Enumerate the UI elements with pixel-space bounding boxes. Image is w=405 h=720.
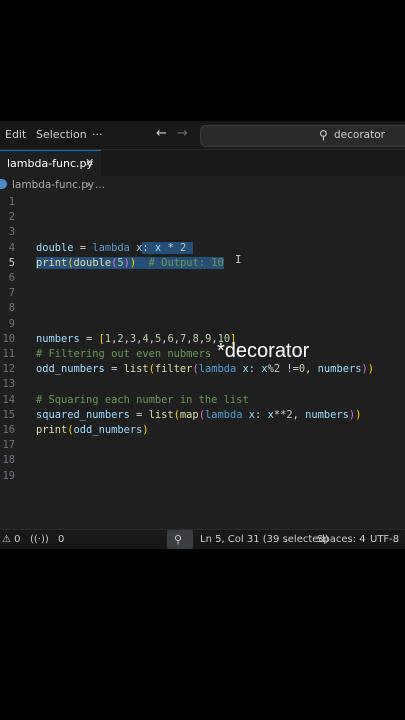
code-line: 7 — [0, 286, 405, 301]
ports-count[interactable]: 0 — [58, 534, 64, 545]
code-line: 1 — [0, 195, 405, 210]
code-line-active: 5 print(double(5)) # Output: 10 — [0, 256, 405, 271]
code-text: odd_numbers = list(filter(lambda x: x%2 … — [36, 363, 374, 376]
code-text: print(odd_numbers) — [36, 424, 149, 436]
line-number: 2 — [8, 211, 15, 224]
code-line: 10 numbers = [1,2,3,4,5,6,7,8,9,10] — [0, 332, 405, 347]
vscode-window: Edit Selection ··· ← → ⚲ decorator lambd… — [0, 121, 405, 549]
zoom-icon: ⚲ — [174, 533, 183, 546]
line-number: 17 — [2, 439, 15, 452]
line-number: 19 — [2, 469, 15, 482]
menu-more[interactable]: ··· — [92, 128, 103, 141]
line-number: 6 — [8, 272, 15, 284]
chevron-right-icon: › — [86, 179, 91, 191]
menu-edit[interactable]: Edit — [5, 128, 26, 141]
indentation[interactable]: Spaces: 4 — [317, 534, 366, 545]
breadcrumb: lambda-func.py › ... — [0, 177, 405, 195]
code-line: 11 # Filtering out even nubmers — [0, 347, 405, 362]
close-icon[interactable]: ✕ — [85, 156, 94, 169]
forward-arrow-icon[interactable]: → — [177, 126, 188, 141]
status-bar: ⚠ 0 ((·)) 0 ⚲ Ln 5, Col 31 (39 selected)… — [0, 529, 405, 549]
problems-count[interactable]: ⚠ 0 — [2, 534, 21, 545]
code-text: double = lambda x: x * 2 — [36, 241, 193, 256]
tab-label: lambda-func.py — [7, 157, 94, 170]
code-text: print(double(5)) # Output: 10 — [36, 256, 224, 269]
command-center-search[interactable]: ⚲ decorator — [200, 125, 405, 147]
code-line: 3 — [0, 225, 405, 240]
line-number: 9 — [8, 317, 15, 330]
breadcrumb-file[interactable]: lambda-func.py — [12, 179, 94, 191]
code-line: 4 double = lambda x: x * 2 — [0, 241, 405, 256]
line-number: 11 — [2, 348, 15, 360]
line-number: 3 — [8, 226, 15, 239]
code-line: 15 squared_numbers = list(map(lambda x: x… — [0, 408, 405, 423]
line-number: 5 — [8, 256, 15, 269]
search-icon: ⚲ — [319, 128, 328, 142]
ports-icon: ((·)) — [30, 534, 49, 545]
code-editor[interactable]: 1 2 3 4 double = lambda x: x * 2 5 print(d… — [0, 195, 405, 528]
code-line: 13 — [0, 377, 405, 392]
line-number: 10 — [2, 332, 15, 345]
line-number: 7 — [8, 287, 15, 300]
line-number: 15 — [2, 408, 15, 421]
code-text: squared_numbers = list(map(lambda x: x**… — [36, 408, 362, 421]
tab-lambda-func[interactable]: lambda-func.py ✕ — [0, 150, 101, 176]
code-line: 6 — [0, 271, 405, 286]
tab-bar: lambda-func.py ✕ — [0, 150, 405, 176]
back-arrow-icon[interactable]: ← — [156, 126, 167, 141]
line-number: 16 — [2, 424, 15, 436]
code-line: 9 — [0, 317, 405, 332]
breadcrumb-more[interactable]: ... — [95, 179, 105, 191]
line-number: 18 — [2, 454, 15, 467]
code-line: 14 # Squaring each number in the list — [0, 393, 405, 408]
code-line: 16 print(odd_numbers) — [0, 423, 405, 438]
code-line: 17 — [0, 438, 405, 453]
line-number: 14 — [2, 393, 15, 406]
encoding[interactable]: UTF-8 — [370, 534, 399, 545]
line-number: 4 — [8, 241, 15, 254]
line-number: 13 — [2, 378, 15, 391]
line-number: 1 — [8, 196, 15, 208]
code-line: 2 — [0, 210, 405, 225]
code-text: # Squaring each number in the list — [36, 393, 249, 406]
search-text: decorator — [334, 129, 385, 141]
title-bar: Edit Selection ··· ← → ⚲ decorator — [0, 121, 405, 150]
code-text: # Filtering out even nubmers — [36, 348, 212, 360]
zoom-button[interactable]: ⚲ — [167, 530, 193, 549]
code-line: 18 — [0, 453, 405, 468]
code-line: 19 — [0, 469, 405, 484]
cursor-position[interactable]: Ln 5, Col 31 (39 selected) — [200, 534, 329, 545]
code-line: 12 odd_numbers = list(filter(lambda x: x%… — [0, 362, 405, 377]
code-text: numbers = [1,2,3,4,5,6,7,8,9,10] — [36, 332, 237, 345]
line-number: 8 — [8, 302, 15, 315]
menu-selection[interactable]: Selection — [36, 128, 87, 141]
python-file-icon — [0, 179, 7, 189]
text-cursor-icon: I — [235, 253, 242, 266]
line-number: 12 — [2, 363, 15, 376]
code-line: 8 — [0, 301, 405, 316]
overlay-caption: *decorator — [217, 340, 310, 362]
